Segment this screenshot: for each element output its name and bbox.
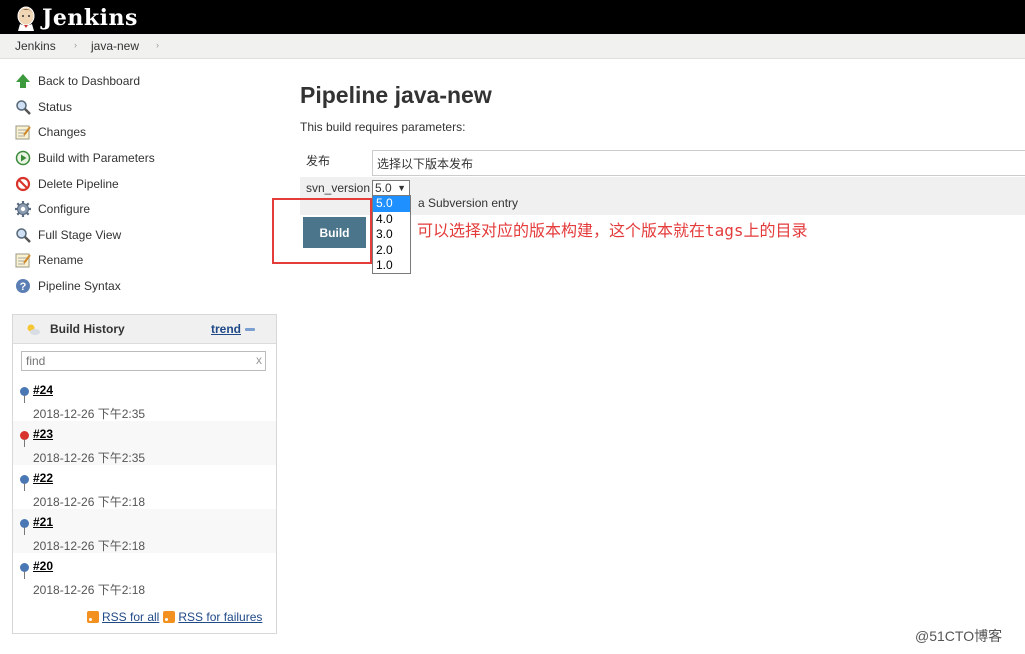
build-row: #21 2018-12-26 下午2:18 [13, 509, 276, 553]
jenkins-butler-icon [17, 6, 35, 31]
dropdown-option[interactable]: 4.0 [373, 212, 410, 228]
dropdown-arrow-icon: ▼ [397, 183, 406, 193]
stem [24, 395, 25, 403]
jenkins-logo[interactable]: Jenkins [14, 4, 138, 32]
trend-link[interactable]: trend [211, 322, 241, 336]
trend-minus-icon[interactable] [245, 328, 255, 331]
sidebar-item-rename[interactable]: Rename [14, 250, 83, 270]
sidebar-item-label: Changes [38, 125, 87, 139]
watermark: @51CTO博客 [915, 628, 1003, 644]
sidebar-item-label: Full Stage View [38, 228, 122, 242]
rss-failures-link[interactable]: RSS for failures [178, 610, 262, 624]
build-number-link[interactable]: #22 [33, 471, 53, 485]
sidebar-item-label: Pipeline Syntax [38, 279, 121, 293]
magnifier-icon [14, 226, 32, 244]
sidebar-item-status[interactable]: Status [14, 97, 72, 117]
build-number-link[interactable]: #21 [33, 515, 53, 529]
sidebar-item-pipeline-syntax[interactable]: ? Pipeline Syntax [14, 276, 121, 296]
svn-version-selected: 5.0 [375, 181, 392, 195]
sidebar-item-delete-pipeline[interactable]: Delete Pipeline [14, 174, 119, 194]
build-time: 2018-12-26 下午2:18 [33, 495, 146, 509]
sidebar-item-back-to-dashboard[interactable]: Back to Dashboard [14, 71, 140, 91]
build-history-search-input[interactable] [21, 351, 266, 371]
publish-param-field[interactable]: 选择以下版本发布 [372, 150, 1025, 176]
build-time: 2018-12-26 下午2:35 [33, 451, 146, 465]
gear-icon [14, 200, 32, 218]
sidebar-item-label: Back to Dashboard [38, 74, 141, 88]
param-name: 发布 [306, 154, 331, 168]
sidebar-item-changes[interactable]: Changes [14, 122, 86, 142]
build-row: #24 2018-12-26 下午2:35 [13, 377, 276, 421]
sidebar-item-configure[interactable]: Configure [14, 199, 90, 219]
dropdown-option[interactable]: 2.0 [373, 243, 410, 259]
stem [24, 483, 25, 491]
svn-version-select[interactable]: 5.0 ▼ [372, 180, 410, 196]
up-arrow-icon [14, 72, 32, 90]
no-entry-icon [14, 175, 32, 193]
rss-links: RSS for all RSS for failures [87, 610, 266, 624]
page-description: This build requires parameters: [300, 120, 466, 134]
clear-search-icon[interactable]: x [256, 353, 262, 367]
build-row: #22 2018-12-26 下午2:18 [13, 465, 276, 509]
param-description: a Subversion entry [418, 196, 519, 210]
build-row: #23 2018-12-26 下午2:35 [13, 421, 276, 465]
rss-all-link[interactable]: RSS for all [102, 610, 159, 624]
notepad-icon [14, 123, 32, 141]
dropdown-option[interactable]: 5.0 [373, 196, 410, 212]
param-name: svn_version [306, 181, 371, 195]
help-icon: ? [14, 277, 32, 295]
build-row: #20 2018-12-26 下午2:18 [13, 553, 276, 597]
build-number-link[interactable]: #23 [33, 427, 53, 441]
rss-icon [87, 611, 99, 623]
sidebar-item-full-stage-view[interactable]: Full Stage View [14, 225, 121, 245]
build-history-widget: Build History trend x #24 2018-12-26 下午2… [12, 314, 277, 634]
build-time: 2018-12-26 下午2:18 [33, 583, 146, 597]
breadcrumb-separator-icon: › [74, 40, 77, 50]
breadcrumb: Jenkins › java-new › [0, 34, 1025, 59]
notepad-icon [14, 251, 32, 269]
clock-play-icon [14, 149, 32, 167]
stem [24, 527, 25, 535]
annotation-highlight-box [272, 198, 372, 264]
sidebar-item-label: Status [38, 100, 73, 114]
build-time: 2018-12-26 下午2:35 [33, 407, 146, 421]
sidebar-item-label: Delete Pipeline [38, 177, 119, 191]
breadcrumb-separator-icon: › [156, 40, 159, 50]
sidebar-item-label: Build with Parameters [38, 151, 155, 165]
build-number-link[interactable]: #20 [33, 559, 53, 573]
page-title: Pipeline java-new [300, 82, 492, 108]
weather-sunny-cloud-icon [27, 324, 40, 335]
sidebar-item-build-with-parameters[interactable]: Build with Parameters [14, 148, 155, 168]
sidebar-item-label: Rename [38, 253, 84, 267]
svn-version-dropdown-list: 5.0 4.0 3.0 2.0 1.0 [372, 195, 411, 274]
top-header: Jenkins [0, 0, 1025, 34]
rss-icon [163, 611, 176, 623]
annotation-text: 可以选择对应的版本构建，这个版本就在tags上的目录 [417, 221, 808, 240]
magnifier-icon [14, 98, 32, 116]
param-row-publish: 发布 选择以下版本发布 [300, 146, 1025, 178]
breadcrumb-jenkins[interactable]: Jenkins [15, 39, 56, 53]
svg-text:?: ? [20, 281, 27, 293]
sidebar-item-label: Configure [38, 202, 91, 216]
dropdown-option[interactable]: 1.0 [373, 258, 410, 274]
build-history-title: Build History [50, 322, 125, 336]
stem [24, 439, 25, 447]
dropdown-option[interactable]: 3.0 [373, 227, 410, 243]
stem [24, 571, 25, 579]
build-time: 2018-12-26 下午2:18 [33, 539, 146, 553]
build-history-header: Build History trend [13, 315, 276, 344]
breadcrumb-java-new[interactable]: java-new [91, 39, 139, 53]
build-number-link[interactable]: #24 [33, 383, 53, 397]
brand-name: Jenkins [42, 5, 138, 31]
